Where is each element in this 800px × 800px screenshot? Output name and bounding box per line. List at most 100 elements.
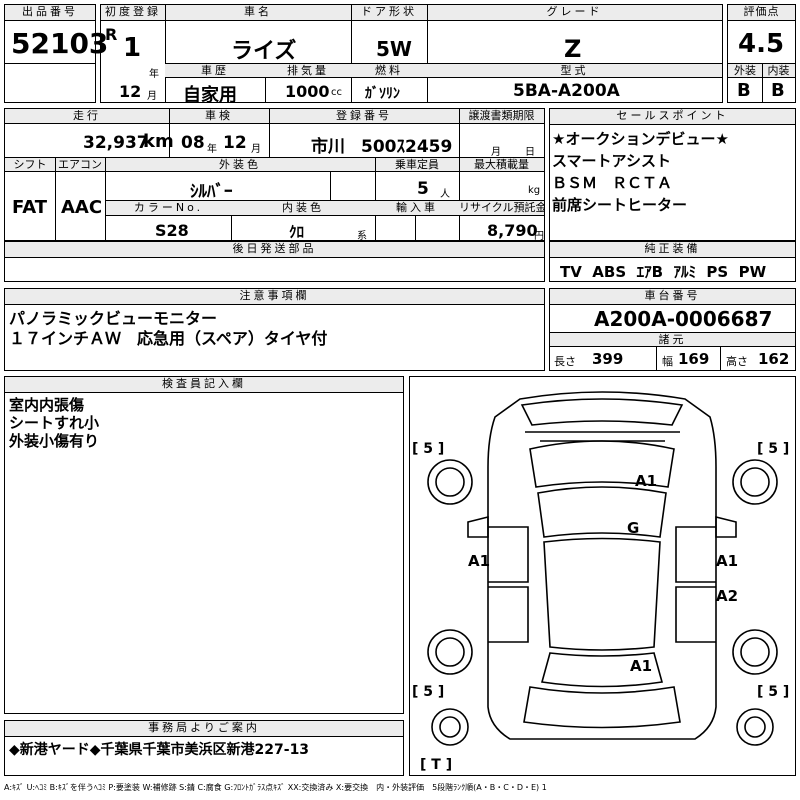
history-value: 自家用 [183,85,237,106]
lot-box: 出品番号 52103 [4,4,108,103]
fuel-label: 燃料 [351,63,427,78]
first-reg-month-unit: 月 [147,91,157,102]
color-no-label: カラーNo. [106,200,231,216]
max-load-label: 最大積載量 [459,157,544,172]
door-right-front [675,526,716,583]
genuine-label: 純正装備 [550,242,795,258]
capacity-label: 乗車定員 [375,157,459,172]
inspection-month-unit: 月 [251,144,261,155]
score-label: 評価点 [728,5,795,21]
recycle-value: 8,790 [487,221,538,240]
int-color-label: 内装色 [231,200,375,216]
spec-width-value: 169 [678,350,710,368]
score-box: 評価点 4.5 外装 内装 B B [727,4,796,103]
damage-mark-windshield: G [627,519,640,537]
grade-label: グレード [427,5,722,21]
model-value: 5BA-A200A [513,81,620,101]
wheel-front-left [427,459,473,505]
ext-color-label: 外装色 [105,157,375,172]
score-value: 4.5 [738,29,785,59]
inspection-label: 車検 [169,109,269,124]
specs-label: 諸元 [550,332,795,347]
score-int-label: 内装 [762,63,795,78]
roof [543,537,661,651]
office-value: ◆新港ヤード◆千葉県千葉市美浜区新港227-13 [9,742,310,758]
trunk-mark: [ T ] [420,757,453,773]
int-color-unit: 系 [357,231,367,242]
door-right-rear [675,586,716,643]
mileage-label: 走行 [5,109,169,124]
genuine-value: TV ABS ｴｱB ｱﾙﾐ PS PW [560,263,767,281]
legend: A:ｷｽﾞ U:ﾍｺﾐ B:ｷｽﾞを伴うﾍｺﾐ P:要塗装 W:補修跡 S:錆 … [4,783,547,792]
sales-point-1: ★オークションデビュー★ [552,130,729,148]
score-ext-label: 外装 [728,63,762,78]
damage-mark-left-door: A1 [468,552,491,570]
door-left-front [488,526,529,583]
door-value: 5W [376,37,412,61]
sales-point-2: スマートアシスト [552,152,671,170]
spare-tire [431,708,469,746]
inspection-year-unit: 年 [207,144,217,155]
transfer-month-unit: 月 [491,147,501,158]
later-parts-label: 後日発送部品 [5,242,544,258]
spec-width-label: 幅 [662,355,673,368]
spec-length-value: 399 [592,350,624,368]
door-left-rear [488,586,529,643]
inspection-month: 12 [223,133,247,153]
displacement-label: 排気量 [265,63,351,78]
aircon-label: エアコン [55,157,105,172]
shift-value: FAT [12,197,48,218]
sales-point-3: ＢＳＭ ＲＣＴＡ [552,174,673,192]
ext-color-value: ｼﾙﾊﾞｰ [190,182,233,202]
chassis-value: A200A-0006687 [594,307,773,331]
wheel-rear-left [427,629,473,675]
transfer-label: 譲渡書類期限 [459,109,544,124]
notes-box: 注意事項欄 パノラミックビューモニター １７インチＡＷ 応急用（スペア）タイヤ付 [4,288,545,371]
score-int-value: B [771,80,785,101]
chassis-label: 車台番号 [550,289,795,305]
score-ext-value: B [737,80,751,101]
displacement-value: 1000 [285,82,330,101]
notes-line-2: １７インチＡＷ 応急用（スペア）タイヤ付 [9,329,328,348]
windshield [537,486,667,538]
detail-box: 走行 車検 登録番号 譲渡書類期限 32,937 km 08 年 12 月 市川… [4,108,545,242]
recycle-unit: 円 [534,231,544,242]
plate-label: 登録番号 [269,109,459,124]
damage-mark-hood: A1 [635,472,658,490]
plate-number: 500ｽ2459 [361,137,453,157]
grade-value: Z [564,35,582,63]
later-parts-box: 後日発送部品 [4,241,545,282]
first-reg-year: 1 [123,33,142,63]
tire-rear-left: [ 5 ] [412,684,445,700]
damage-mark-rear: A1 [630,657,653,675]
sales-point-4: 前席シートヒーター [552,196,688,214]
car-diagram-box: A1 G A1 A1 A2 A1 [ 5 ] [ 5 ] [ 5 ] [ 5 ]… [409,376,796,776]
aircon-value: AAC [61,197,103,218]
lot-label: 出品番号 [5,5,95,21]
door-label: ドア形状 [351,5,427,21]
capacity-unit: 人 [440,189,450,200]
spec-height-value: 162 [758,350,790,368]
history-label: 車歴 [165,63,265,78]
genuine-box: 純正装備 TV ABS ｴｱB ｱﾙﾐ PS PW [549,241,796,282]
car-info-box: 初度登録 車名 ドア形状 グレード R 1 年 ライズ 5W Z 車歴 排気量 … [100,4,723,106]
inspector-line-3: 外装小傷有り [9,432,100,450]
damage-mark-right-rear: A2 [716,587,739,605]
mileage-unit: km [143,131,174,152]
shift-label: シフト [5,157,55,172]
int-color-value: ｸﾛ [289,223,305,241]
wheel-front-right [732,459,778,505]
first-reg-year-unit: 年 [149,69,159,80]
tire-rear-right: [ 5 ] [757,684,790,700]
first-reg-era: R [105,25,118,44]
notes-line-1: パノラミックビューモニター [9,309,218,328]
tire-front-right: [ 5 ] [757,441,790,457]
mileage-value: 32,937 [83,133,149,153]
front-bumper [520,398,684,426]
inspection-year: 08 [181,133,205,153]
spec-length-label: 長さ [554,355,576,368]
model-label: 型式 [427,63,722,78]
sales-points-box: セールスポイント ★オークションデビュー★ スマートアシスト ＢＳＭ ＲＣＴＡ … [549,108,796,241]
chassis-box: 車台番号 A200A-0006687 諸元 長さ 399 幅 169 高さ 16… [549,288,796,371]
office-label: 事務局よりご案内 [5,721,403,737]
